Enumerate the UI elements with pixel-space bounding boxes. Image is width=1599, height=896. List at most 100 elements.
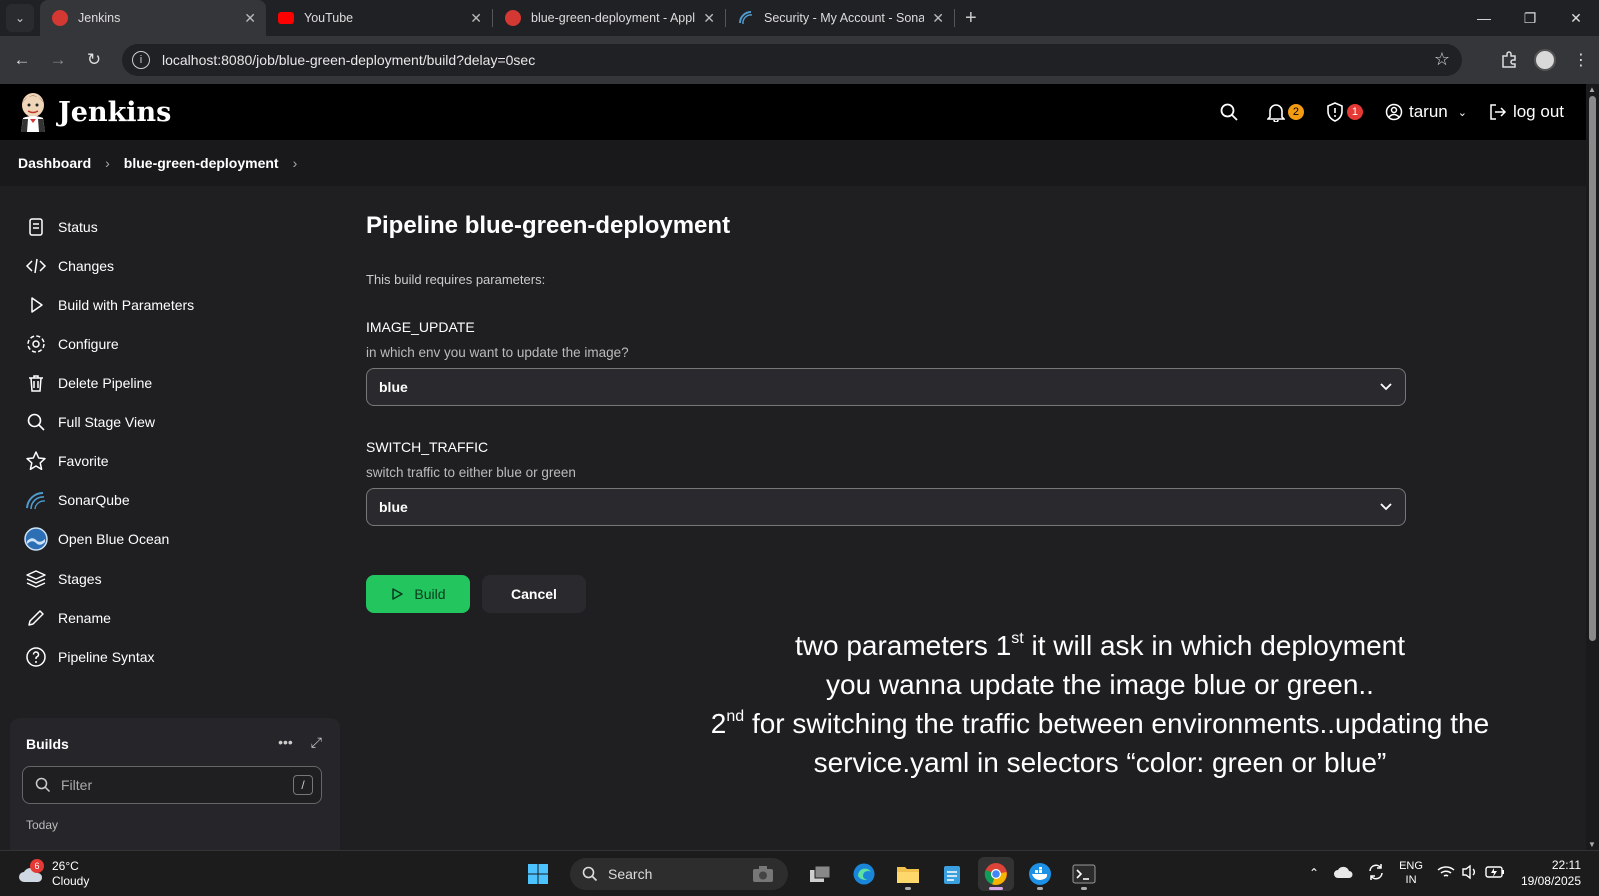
- breadcrumb-job[interactable]: blue-green-deployment: [124, 155, 279, 171]
- build-button[interactable]: Build: [366, 575, 470, 613]
- wifi-icon[interactable]: [1437, 865, 1455, 882]
- chevron-right-icon[interactable]: ›: [293, 155, 298, 171]
- site-info-icon[interactable]: i: [132, 51, 150, 69]
- cloud-icon: 6: [18, 859, 44, 883]
- scroll-up-icon[interactable]: ▲: [1588, 85, 1596, 94]
- switch-traffic-select[interactable]: blue: [366, 488, 1406, 526]
- weather-desc: Cloudy: [52, 874, 90, 888]
- task-view-icon[interactable]: [802, 857, 838, 891]
- builds-filter-input[interactable]: Filter /: [22, 766, 322, 804]
- search-icon[interactable]: [1219, 102, 1239, 122]
- sidebar-item-pipeline-syntax[interactable]: Pipeline Syntax: [24, 641, 324, 673]
- extensions-icon[interactable]: [1491, 42, 1527, 78]
- chevron-up-icon[interactable]: ⌃: [1309, 866, 1319, 880]
- terminal-icon[interactable]: [1066, 857, 1102, 891]
- document-icon: [24, 215, 48, 239]
- help-icon: [24, 645, 48, 669]
- sidebar-item-delete-pipeline[interactable]: Delete Pipeline: [24, 367, 324, 399]
- scroll-down-icon[interactable]: ▼: [1588, 840, 1596, 849]
- image-update-select[interactable]: blue: [366, 368, 1406, 406]
- sidebar-item-label: Changes: [58, 258, 115, 274]
- weather-widget[interactable]: 6 26°C Cloudy: [18, 859, 89, 889]
- close-icon[interactable]: ✕: [932, 10, 944, 27]
- notifications-button[interactable]: 2: [1266, 102, 1304, 122]
- windows-start-icon[interactable]: [520, 857, 556, 891]
- close-icon[interactable]: ✕: [244, 10, 256, 27]
- bookmark-star-icon[interactable]: ☆: [1434, 49, 1450, 70]
- running-indicator: [905, 887, 911, 890]
- url-text: localhost:8080/job/blue-green-deployment…: [162, 52, 536, 68]
- close-icon[interactable]: ✕: [470, 10, 482, 27]
- camera-icon: [752, 865, 774, 886]
- gear-icon: [24, 332, 48, 356]
- tab-blue-green-deployment[interactable]: blue-green-deployment - Appli ✕: [493, 0, 725, 36]
- notepad-icon[interactable]: [934, 857, 970, 891]
- chevron-down-icon: [1380, 503, 1392, 511]
- back-arrow-icon[interactable]: ←: [4, 42, 40, 78]
- image-update-value: blue: [379, 379, 408, 395]
- sidebar-item-changes[interactable]: Changes: [24, 250, 324, 282]
- user-name: tarun: [1408, 102, 1448, 121]
- jenkins-logo[interactable]: Jenkins: [18, 92, 171, 132]
- layers-icon: [24, 567, 48, 591]
- expand-icon[interactable]: ⤢: [311, 734, 322, 751]
- profile-avatar-icon[interactable]: [1527, 42, 1563, 78]
- language-indicator[interactable]: ENG IN: [1399, 859, 1423, 887]
- cancel-button[interactable]: Cancel: [482, 575, 586, 613]
- sidebar-item-build-with-parameters[interactable]: Build with Parameters: [24, 289, 324, 321]
- more-options-icon[interactable]: •••: [278, 734, 293, 751]
- window-close-icon[interactable]: ✕: [1553, 0, 1599, 36]
- file-explorer-icon[interactable]: [890, 857, 926, 891]
- sidebar-item-status[interactable]: Status: [24, 211, 324, 243]
- sidebar-item-stages[interactable]: Stages: [24, 563, 324, 595]
- logout-button[interactable]: log out: [1489, 102, 1564, 122]
- restore-icon[interactable]: ❐: [1507, 0, 1553, 36]
- chevron-down-icon: ⌄: [1457, 106, 1467, 119]
- breadcrumb: Dashboard › blue-green-deployment ›: [0, 140, 1586, 186]
- param-name-switch-traffic: SWITCH_TRAFFIC: [366, 439, 489, 455]
- running-indicator: [1081, 887, 1087, 890]
- close-icon[interactable]: ✕: [703, 10, 715, 27]
- page-scrollbar[interactable]: ▲ ▼: [1586, 84, 1599, 850]
- chrome-icon[interactable]: [978, 857, 1014, 891]
- clock-date: 19/08/2025: [1520, 874, 1581, 888]
- sidebar-item-rename[interactable]: Rename: [24, 602, 324, 634]
- security-button[interactable]: 1: [1326, 102, 1363, 122]
- new-tab-plus-icon[interactable]: +: [965, 7, 977, 30]
- annotation-line-1: two parameters 1st it will ask in which …: [794, 630, 1406, 661]
- scrollbar-thumb[interactable]: [1589, 96, 1596, 641]
- docker-icon[interactable]: [1022, 857, 1058, 891]
- search-icon: [582, 866, 598, 882]
- onedrive-cloud-icon[interactable]: [1333, 865, 1353, 882]
- sidebar-item-label: Status: [58, 219, 98, 235]
- user-menu[interactable]: tarun ⌄: [1385, 102, 1467, 122]
- clock[interactable]: 22:11 19/08/2025: [1521, 857, 1581, 889]
- tab-sonarqube-security[interactable]: Security - My Account - SonarQ ✕: [726, 0, 954, 36]
- sidebar-item-open-blue-ocean[interactable]: Open Blue Ocean: [24, 523, 324, 555]
- volume-icon[interactable]: [1461, 864, 1479, 883]
- youtube-favicon-icon: [278, 12, 294, 24]
- sidebar: Status Changes Build with Parameters Con…: [0, 186, 340, 858]
- battery-icon[interactable]: [1485, 865, 1505, 882]
- reload-icon[interactable]: ↻: [76, 42, 112, 78]
- sync-icon[interactable]: [1367, 863, 1385, 884]
- tab-jenkins[interactable]: Jenkins ✕: [40, 0, 266, 36]
- forward-arrow-icon[interactable]: →: [40, 42, 76, 78]
- taskbar-search[interactable]: Search: [570, 858, 788, 890]
- header-actions: 2 1 tarun ⌄ log out: [1197, 84, 1564, 140]
- edge-browser-icon[interactable]: [846, 857, 882, 891]
- breadcrumb-dashboard[interactable]: Dashboard: [18, 155, 91, 171]
- sidebar-item-label: Stages: [58, 571, 102, 587]
- sidebar-item-favorite[interactable]: Favorite: [24, 445, 324, 477]
- sidebar-item-configure[interactable]: Configure: [24, 328, 324, 360]
- sidebar-item-full-stage-view[interactable]: Full Stage View: [24, 406, 324, 438]
- minimize-icon[interactable]: —: [1461, 0, 1507, 36]
- address-bar[interactable]: i localhost:8080/job/blue-green-deployme…: [122, 44, 1462, 76]
- switch-traffic-value: blue: [379, 499, 408, 515]
- sidebar-item-label: Open Blue Ocean: [58, 531, 170, 547]
- tab-youtube[interactable]: YouTube ✕: [266, 0, 492, 36]
- sidebar-item-label: Full Stage View: [58, 414, 156, 430]
- browser-menu-icon[interactable]: ⋮: [1563, 42, 1599, 78]
- sidebar-item-sonarqube[interactable]: SonarQube: [24, 484, 324, 516]
- tab-search-chevron-icon[interactable]: ⌄: [6, 4, 34, 32]
